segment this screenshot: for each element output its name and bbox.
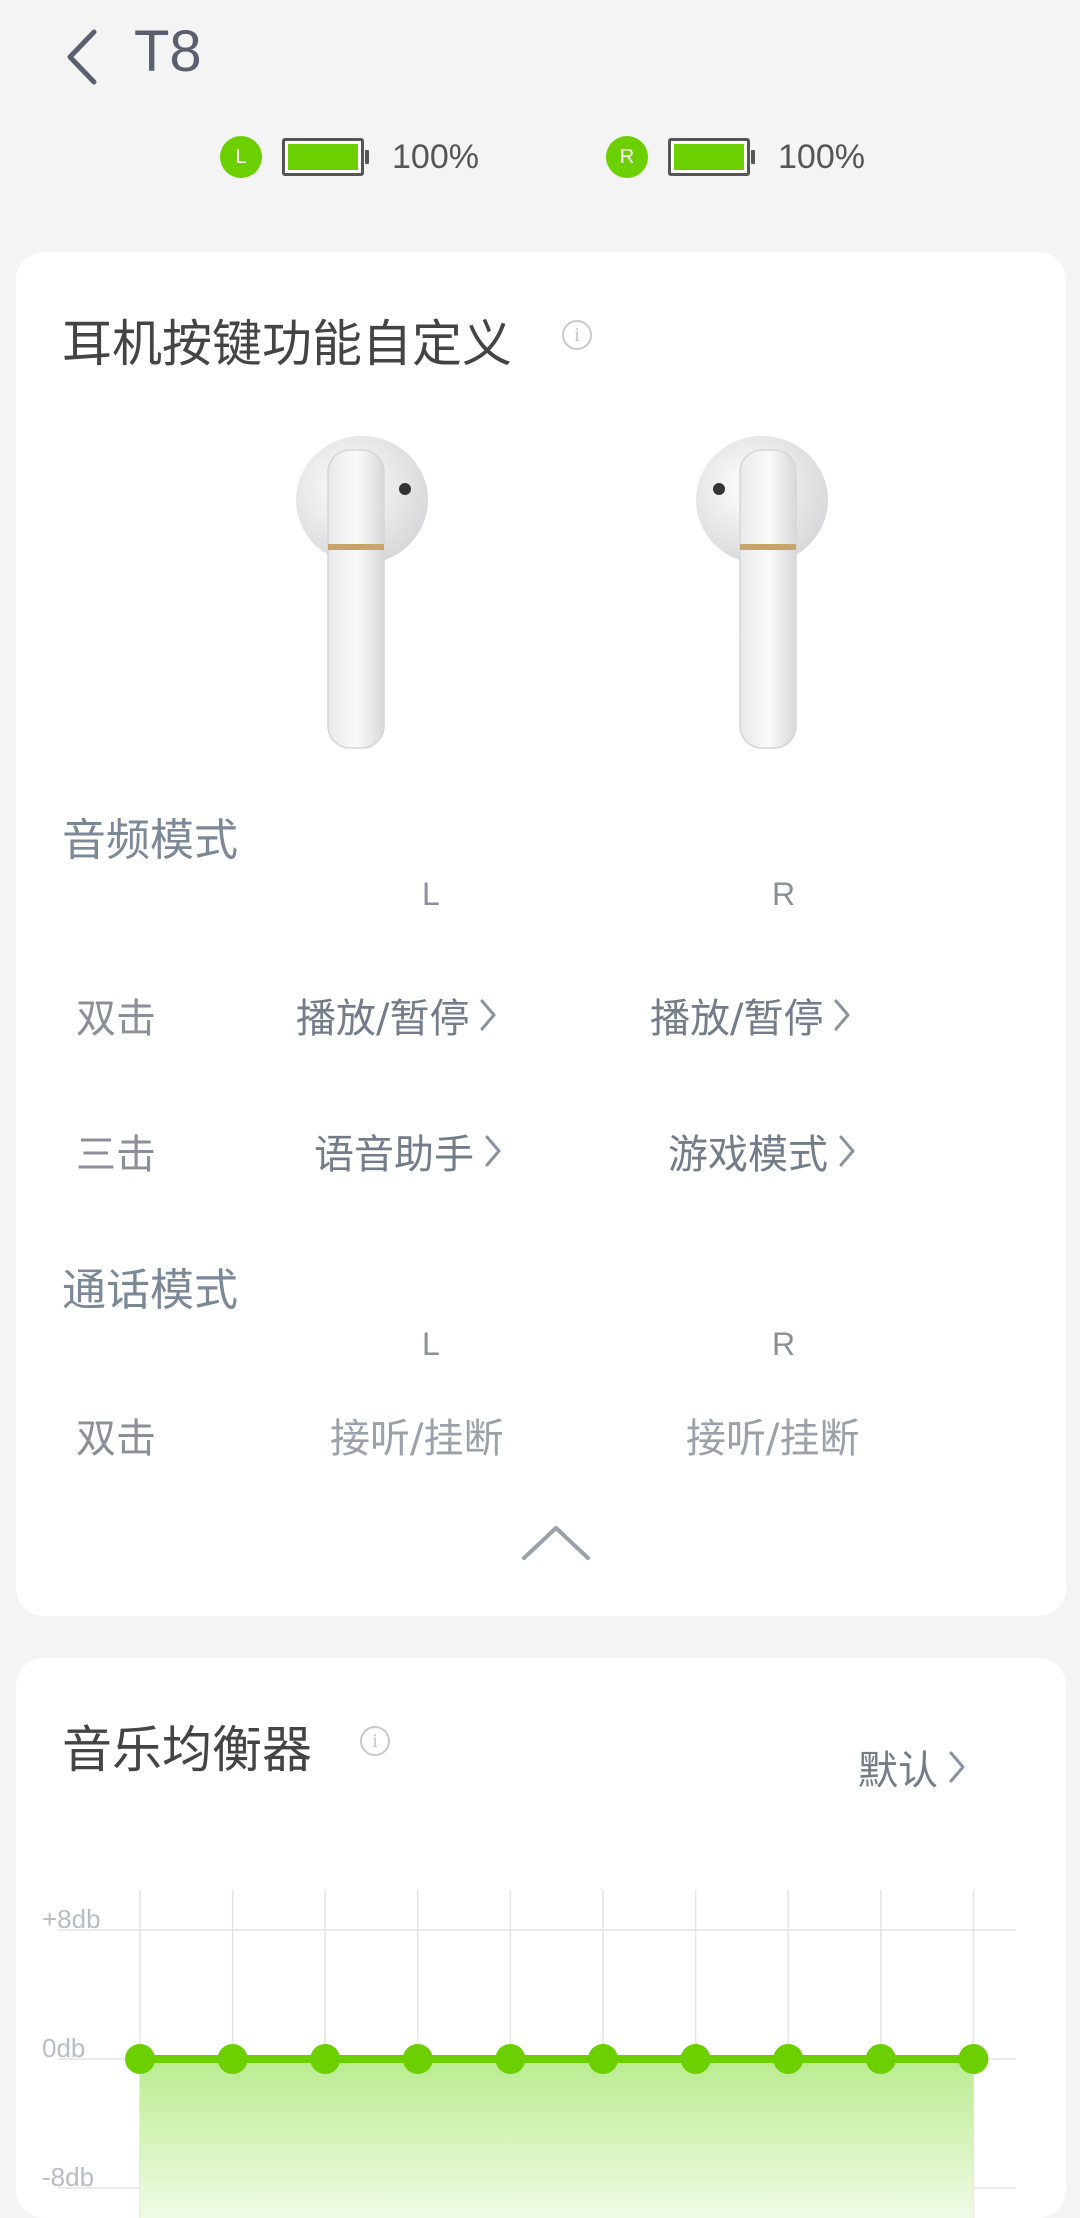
audio-triple-tap-left[interactable]: 语音助手 — [314, 1122, 502, 1180]
chevron-left-icon — [67, 29, 97, 85]
eq-curve-fill — [140, 2059, 974, 2218]
left-badge: L — [220, 136, 262, 178]
chevron-right-icon — [480, 999, 496, 1031]
audio-col-right: R — [772, 876, 796, 912]
chevron-right-icon — [834, 999, 850, 1031]
battery-icon — [282, 138, 369, 176]
left-earbud-image — [296, 436, 428, 749]
right-battery-percent: 100% — [778, 137, 865, 176]
audio-double-tap-left[interactable]: 播放/暂停 — [296, 986, 497, 1044]
eq-band-handle-5[interactable] — [495, 2044, 526, 2074]
collapse-chevron-up-icon[interactable] — [516, 1518, 596, 1568]
right-badge: R — [606, 136, 648, 178]
battery-icon — [668, 138, 755, 176]
eq-band-handle-4[interactable] — [402, 2044, 433, 2074]
audio-col-left: L — [422, 876, 440, 912]
page-title: T8 — [134, 19, 202, 84]
call-mode-title: 通话模式 — [62, 1265, 238, 1316]
back-button[interactable] — [52, 22, 112, 92]
right-earbud-image — [696, 436, 828, 749]
eq-band-handle-7[interactable] — [680, 2044, 711, 2074]
call-col-left: L — [422, 1326, 440, 1362]
eq-band-handle-8[interactable] — [773, 2044, 804, 2074]
call-double-tap-label: 双击 — [76, 1416, 156, 1462]
eq-band-handle-1[interactable] — [125, 2044, 155, 2074]
custom-keys-title: 耳机按键功能自定义 — [62, 315, 512, 373]
custom-keys-card: 耳机按键功能自定义 i 音频模式 L R 双击 播放/暂停 播放/暂停 三击 语… — [16, 252, 1066, 1616]
battery-fill — [674, 144, 744, 170]
chevron-right-icon — [485, 1135, 501, 1167]
battery-fill — [288, 144, 358, 170]
value-label: 游戏模式 — [668, 1132, 828, 1178]
eq-y-label: 0db — [42, 2033, 85, 2063]
audio-triple-tap-right[interactable]: 游戏模式 — [668, 1122, 856, 1180]
left-battery-percent: 100% — [392, 137, 479, 176]
right-battery: R 100% — [606, 136, 865, 178]
value-label: 播放/暂停 — [650, 996, 824, 1042]
eq-band-handle-2[interactable] — [217, 2044, 248, 2074]
value-label: 语音助手 — [314, 1132, 474, 1178]
info-icon[interactable]: i — [562, 320, 592, 350]
value-label: 播放/暂停 — [296, 996, 470, 1042]
double-tap-label: 双击 — [76, 996, 156, 1042]
battery-status: L 100% R 100% — [0, 136, 1080, 186]
left-battery: L 100% — [220, 136, 479, 178]
eq-y-label: +8db — [42, 1904, 101, 1934]
eq-band-handle-9[interactable] — [865, 2044, 896, 2074]
eq-band-handle-3[interactable] — [310, 2044, 341, 2074]
eq-band-handle-10[interactable] — [958, 2044, 989, 2074]
equalizer-card: 音乐均衡器 i 默认 +8db 0db -8db — [16, 1658, 1066, 2218]
call-col-right: R — [772, 1326, 796, 1362]
eq-band-handle-6[interactable] — [588, 2044, 618, 2074]
triple-tap-label: 三击 — [76, 1132, 156, 1178]
audio-mode-title: 音频模式 — [62, 815, 238, 866]
equalizer-chart[interactable]: +8db 0db -8db — [16, 1658, 1066, 2218]
eq-y-label: -8db — [42, 2162, 94, 2192]
call-double-tap-left: 接听/挂断 — [330, 1416, 504, 1462]
app-header: T8 — [0, 0, 1080, 110]
call-double-tap-right: 接听/挂断 — [686, 1416, 860, 1462]
chevron-right-icon — [839, 1135, 855, 1167]
audio-double-tap-right[interactable]: 播放/暂停 — [650, 986, 851, 1044]
